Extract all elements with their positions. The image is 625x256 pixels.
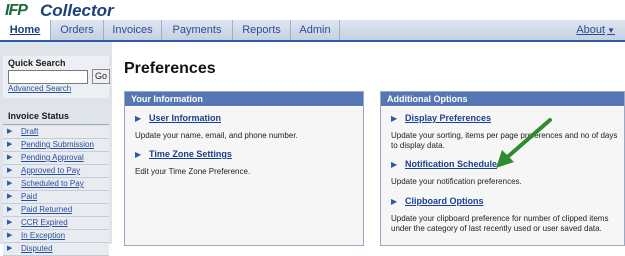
annotation-arrow-icon xyxy=(496,118,552,168)
status-item-disputed[interactable]: ▶ Disputed xyxy=(3,243,109,256)
display-preferences-link[interactable]: Display Preferences xyxy=(405,113,491,123)
arrow-right-icon: ▶ xyxy=(135,150,142,159)
status-item-approved-to-pay[interactable]: ▶ Approved to Pay xyxy=(3,165,109,178)
arrow-right-icon: ▶ xyxy=(7,206,13,213)
page-title: Preferences xyxy=(124,60,216,77)
status-item-paid[interactable]: ▶ Paid xyxy=(3,191,109,204)
main-nav: Home Orders Invoices Payments Reports Ad… xyxy=(0,20,625,42)
panel-header: Your Information xyxy=(125,92,363,106)
quick-search-input[interactable] xyxy=(8,70,88,84)
status-item-pending-approval[interactable]: ▶ Pending Approval xyxy=(3,152,109,165)
arrow-right-icon: ▶ xyxy=(135,114,142,123)
tab-orders[interactable]: Orders xyxy=(51,20,104,40)
status-item-scheduled-to-pay[interactable]: ▶ Scheduled to Pay xyxy=(3,178,109,191)
about-menu[interactable]: About ▼ xyxy=(576,20,615,40)
arrow-right-icon: ▶ xyxy=(391,114,398,123)
advanced-search-link[interactable]: Advanced Search xyxy=(8,84,71,93)
status-item-label: Approved to Pay xyxy=(21,166,81,175)
logo-text: IFP xyxy=(5,2,28,19)
tab-admin[interactable]: Admin xyxy=(291,20,340,40)
arrow-right-icon: ▶ xyxy=(7,232,13,239)
status-item-label: Pending Approval xyxy=(21,153,84,162)
status-item-label: Paid xyxy=(21,192,38,201)
status-item-draft[interactable]: ▶ Draft xyxy=(3,126,109,139)
notification-schedule-link[interactable]: Notification Schedule xyxy=(405,159,497,169)
option-description: Update your clipboard preference for num… xyxy=(391,214,609,233)
status-item-label: Paid Returned xyxy=(21,205,73,214)
status-item-label: Draft xyxy=(21,127,39,136)
status-item-label: In Exception xyxy=(21,231,66,240)
status-item-label: Scheduled to Pay xyxy=(21,179,84,188)
panel-header: Additional Options xyxy=(381,92,624,106)
time-zone-settings-link[interactable]: Time Zone Settings xyxy=(149,149,232,159)
option-description: Edit your Time Zone Preference. xyxy=(135,167,251,176)
status-item-label: Pending Submission xyxy=(21,140,94,149)
arrow-right-icon: ▶ xyxy=(7,219,13,226)
go-button[interactable]: Go xyxy=(92,69,110,84)
app-title: Collector xyxy=(40,1,114,20)
status-item-label: CCR Expired xyxy=(21,218,68,227)
option-description: Update your notification preferences. xyxy=(391,177,522,186)
arrow-right-icon: ▶ xyxy=(7,167,13,174)
option-description: Update your name, email, and phone numbe… xyxy=(135,131,298,140)
about-label: About xyxy=(576,24,606,36)
arrow-right-icon: ▶ xyxy=(7,128,13,135)
status-item-pending-submission[interactable]: ▶ Pending Submission xyxy=(3,139,109,152)
arrow-right-icon: ▶ xyxy=(7,193,13,200)
quick-search-title: Quick Search xyxy=(8,58,66,68)
arrow-right-icon: ▶ xyxy=(7,141,13,148)
invoice-status-list: ▶ Draft ▶ Pending Submission ▶ Pending Appr… xyxy=(3,126,109,256)
tab-reports[interactable]: Reports xyxy=(233,20,291,40)
panel-body: ▶ User Information Update your name, ema… xyxy=(125,107,363,245)
app-logo: IFP xyxy=(5,2,28,20)
clipboard-options-link[interactable]: Clipboard Options xyxy=(405,196,484,206)
status-item-paid-returned[interactable]: ▶ Paid Returned xyxy=(3,204,109,217)
status-item-label: Disputed xyxy=(21,244,53,253)
arrow-right-icon: ▶ xyxy=(391,197,398,206)
user-information-link[interactable]: User Information xyxy=(149,113,221,123)
arrow-right-icon: ▶ xyxy=(7,180,13,187)
arrow-right-icon: ▶ xyxy=(7,245,13,252)
status-item-ccr-expired[interactable]: ▶ CCR Expired xyxy=(3,217,109,230)
tab-home[interactable]: Home xyxy=(0,20,51,40)
tab-payments[interactable]: Payments xyxy=(162,20,233,40)
chevron-down-icon: ▼ xyxy=(607,26,615,35)
top-bar: IFP Collector xyxy=(0,0,625,20)
status-item-in-exception[interactable]: ▶ In Exception xyxy=(3,230,109,243)
your-information-panel: Your Information ▶ User Information Upda… xyxy=(124,91,364,246)
invoice-status-title: Invoice Status xyxy=(3,111,109,125)
arrow-right-icon: ▶ xyxy=(391,160,398,169)
arrow-right-icon: ▶ xyxy=(7,154,13,161)
tab-invoices[interactable]: Invoices xyxy=(104,20,162,40)
